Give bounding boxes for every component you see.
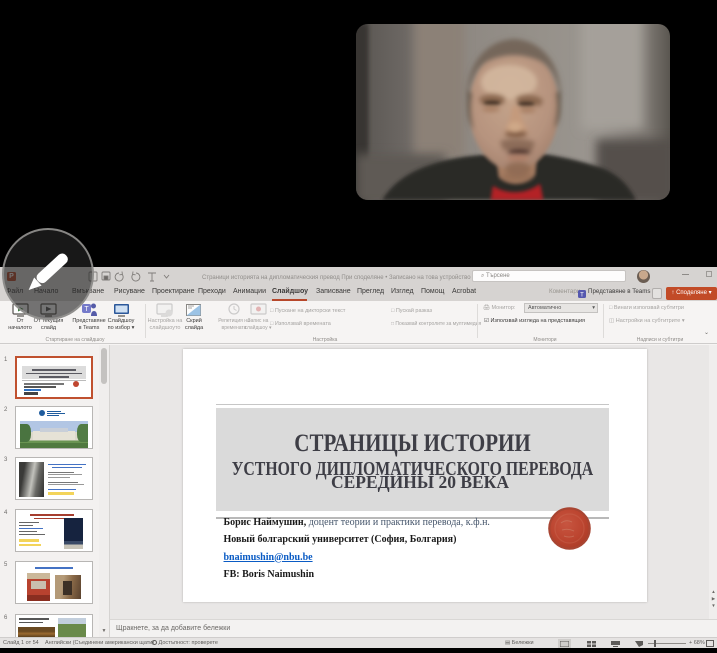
svg-text:T: T	[580, 292, 584, 298]
